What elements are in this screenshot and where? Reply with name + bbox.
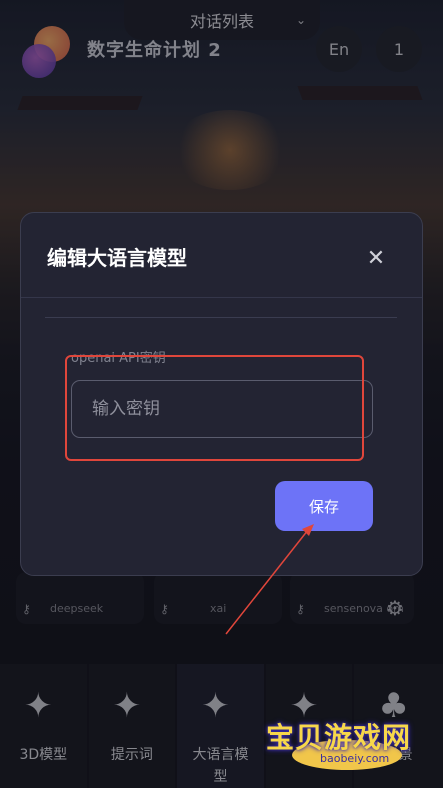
watermark-text: 宝贝游戏网 — [266, 721, 412, 754]
annotation-arrow — [225, 524, 314, 635]
watermark: 宝贝游戏网 baobeiy.com — [262, 696, 432, 778]
watermark-url: baobeiy.com — [320, 752, 390, 765]
